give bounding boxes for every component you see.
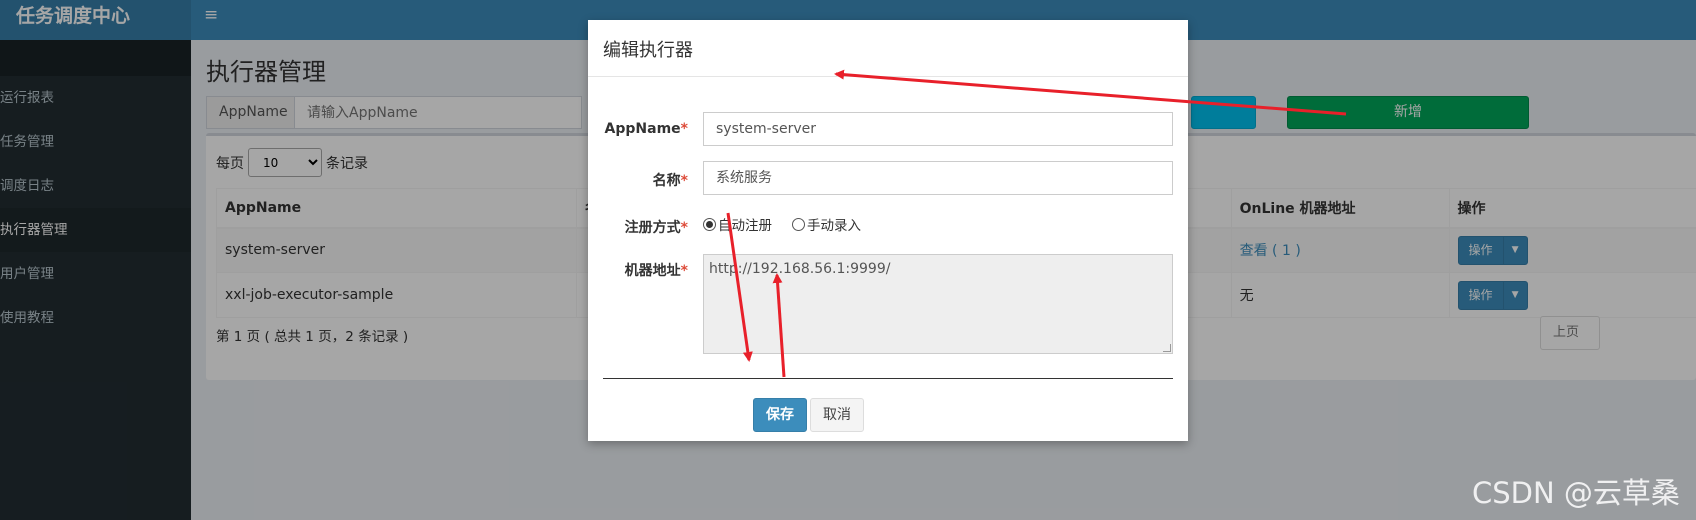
arrow-to-modal-title <box>834 69 1347 116</box>
arrow-to-address <box>772 273 786 378</box>
csdn-watermark: CSDN @云草桑 <box>1472 476 1680 510</box>
arrow-to-save-button <box>726 212 753 362</box>
annotation-arrows <box>726 69 1347 378</box>
